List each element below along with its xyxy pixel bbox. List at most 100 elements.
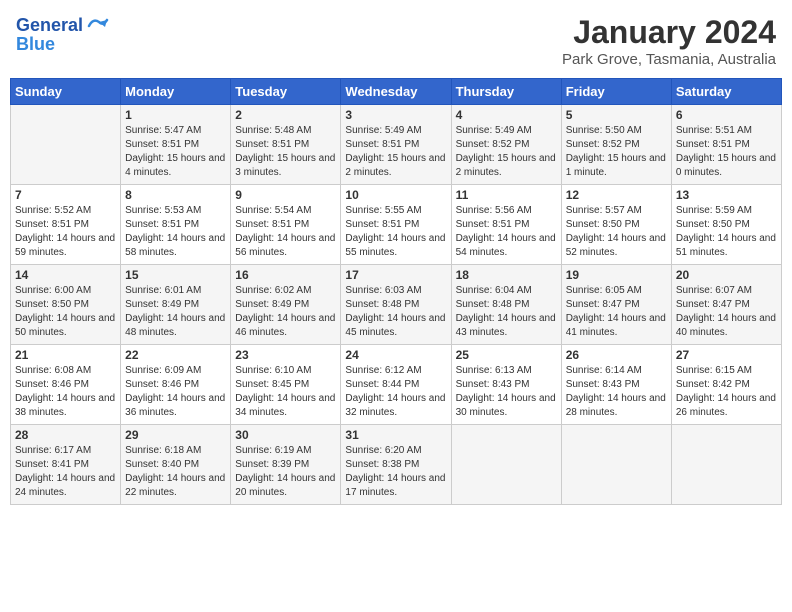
day-cell: 27 Sunrise: 6:15 AMSunset: 8:42 PMDayligh… <box>671 345 781 425</box>
day-cell: 20 Sunrise: 6:07 AMSunset: 8:47 PMDayligh… <box>671 265 781 345</box>
day-info: Sunrise: 6:08 AMSunset: 8:46 PMDaylight:… <box>15 364 116 420</box>
day-cell: 18 Sunrise: 6:04 AMSunset: 8:48 PMDayligh… <box>451 265 561 345</box>
day-info: Sunrise: 6:20 AMSunset: 8:38 PMDaylight:… <box>345 444 446 500</box>
day-number: 17 <box>345 268 446 282</box>
day-info: Sunrise: 6:09 AMSunset: 8:46 PMDaylight:… <box>125 364 226 420</box>
day-info: Sunrise: 6:04 AMSunset: 8:48 PMDaylight:… <box>456 284 557 340</box>
day-number: 26 <box>566 348 667 362</box>
day-info: Sunrise: 5:59 AMSunset: 8:50 PMDaylight:… <box>676 204 777 260</box>
day-info: Sunrise: 6:05 AMSunset: 8:47 PMDaylight:… <box>566 284 667 340</box>
title-block: January 2024 Park Grove, Tasmania, Austr… <box>562 14 776 68</box>
day-number: 15 <box>125 268 226 282</box>
day-number: 3 <box>345 108 446 122</box>
day-number: 18 <box>456 268 557 282</box>
day-number: 13 <box>676 188 777 202</box>
day-info: Sunrise: 6:07 AMSunset: 8:47 PMDaylight:… <box>676 284 777 340</box>
day-cell <box>561 425 671 505</box>
day-cell: 17Sunrise: 6:03 AMSunset: 8:48 PMDayligh… <box>341 265 451 345</box>
day-cell: 21 Sunrise: 6:08 AMSunset: 8:46 PMDayligh… <box>11 345 121 425</box>
location-title: Park Grove, Tasmania, Australia <box>562 51 776 68</box>
day-number: 4 <box>456 108 557 122</box>
day-info: Sunrise: 5:49 AMSunset: 8:51 PMDaylight:… <box>345 124 446 180</box>
day-cell: 9 Sunrise: 5:54 AMSunset: 8:51 PMDaylight… <box>231 185 341 265</box>
day-number: 31 <box>345 428 446 442</box>
weekday-header-friday: Friday <box>561 79 671 105</box>
day-info: Sunrise: 6:13 AMSunset: 8:43 PMDaylight:… <box>456 364 557 420</box>
week-row-2: 14 Sunrise: 6:00 AMSunset: 8:50 PMDayligh… <box>11 265 782 345</box>
day-info: Sunrise: 5:56 AMSunset: 8:51 PMDaylight:… <box>456 204 557 260</box>
day-info: Sunrise: 5:47 AMSunset: 8:51 PMDaylight:… <box>125 124 226 180</box>
day-number: 12 <box>566 188 667 202</box>
weekday-header-tuesday: Tuesday <box>231 79 341 105</box>
day-info: Sunrise: 5:55 AMSunset: 8:51 PMDaylight:… <box>345 204 446 260</box>
weekday-header-thursday: Thursday <box>451 79 561 105</box>
day-cell: 15Sunrise: 6:01 AMSunset: 8:49 PMDayligh… <box>121 265 231 345</box>
day-info: Sunrise: 6:10 AMSunset: 8:45 PMDaylight:… <box>235 364 336 420</box>
day-number: 24 <box>345 348 446 362</box>
day-info: Sunrise: 6:00 AMSunset: 8:50 PMDaylight:… <box>15 284 116 340</box>
day-number: 23 <box>235 348 336 362</box>
day-cell: 22Sunrise: 6:09 AMSunset: 8:46 PMDayligh… <box>121 345 231 425</box>
day-info: Sunrise: 5:49 AMSunset: 8:52 PMDaylight:… <box>456 124 557 180</box>
day-info: Sunrise: 5:50 AMSunset: 8:52 PMDaylight:… <box>566 124 667 180</box>
day-number: 16 <box>235 268 336 282</box>
month-title: January 2024 <box>562 14 776 51</box>
day-cell <box>451 425 561 505</box>
logo-icon <box>85 14 109 38</box>
week-row-4: 28 Sunrise: 6:17 AMSunset: 8:41 PMDayligh… <box>11 425 782 505</box>
day-number: 11 <box>456 188 557 202</box>
day-info: Sunrise: 5:48 AMSunset: 8:51 PMDaylight:… <box>235 124 336 180</box>
day-cell: 30Sunrise: 6:19 AMSunset: 8:39 PMDayligh… <box>231 425 341 505</box>
day-cell: 8Sunrise: 5:53 AMSunset: 8:51 PMDaylight… <box>121 185 231 265</box>
day-cell: 2 Sunrise: 5:48 AMSunset: 8:51 PMDaylight… <box>231 105 341 185</box>
day-number: 21 <box>15 348 116 362</box>
day-cell: 7 Sunrise: 5:52 AMSunset: 8:51 PMDaylight… <box>11 185 121 265</box>
weekday-header-sunday: Sunday <box>11 79 121 105</box>
day-number: 20 <box>676 268 777 282</box>
day-cell: 23 Sunrise: 6:10 AMSunset: 8:45 PMDayligh… <box>231 345 341 425</box>
day-cell: 11 Sunrise: 5:56 AMSunset: 8:51 PMDayligh… <box>451 185 561 265</box>
day-number: 29 <box>125 428 226 442</box>
weekday-header-wednesday: Wednesday <box>341 79 451 105</box>
day-info: Sunrise: 5:52 AMSunset: 8:51 PMDaylight:… <box>15 204 116 260</box>
day-number: 19 <box>566 268 667 282</box>
day-number: 14 <box>15 268 116 282</box>
day-info: Sunrise: 6:14 AMSunset: 8:43 PMDaylight:… <box>566 364 667 420</box>
week-row-0: 1 Sunrise: 5:47 AMSunset: 8:51 PMDaylight… <box>11 105 782 185</box>
day-cell: 25 Sunrise: 6:13 AMSunset: 8:43 PMDayligh… <box>451 345 561 425</box>
day-number: 30 <box>235 428 336 442</box>
logo-text: General <box>16 16 83 36</box>
day-cell: 10 Sunrise: 5:55 AMSunset: 8:51 PMDayligh… <box>341 185 451 265</box>
day-cell: 6Sunrise: 5:51 AMSunset: 8:51 PMDaylight… <box>671 105 781 185</box>
week-row-1: 7 Sunrise: 5:52 AMSunset: 8:51 PMDaylight… <box>11 185 782 265</box>
day-cell: 14 Sunrise: 6:00 AMSunset: 8:50 PMDayligh… <box>11 265 121 345</box>
day-number: 10 <box>345 188 446 202</box>
day-number: 1 <box>125 108 226 122</box>
day-number: 27 <box>676 348 777 362</box>
day-cell: 31 Sunrise: 6:20 AMSunset: 8:38 PMDayligh… <box>341 425 451 505</box>
day-number: 9 <box>235 188 336 202</box>
day-number: 2 <box>235 108 336 122</box>
day-number: 25 <box>456 348 557 362</box>
day-cell: 1 Sunrise: 5:47 AMSunset: 8:51 PMDaylight… <box>121 105 231 185</box>
day-cell: 26 Sunrise: 6:14 AMSunset: 8:43 PMDayligh… <box>561 345 671 425</box>
day-info: Sunrise: 6:18 AMSunset: 8:40 PMDaylight:… <box>125 444 226 500</box>
day-cell: 29 Sunrise: 6:18 AMSunset: 8:40 PMDayligh… <box>121 425 231 505</box>
day-cell <box>11 105 121 185</box>
day-info: Sunrise: 5:53 AMSunset: 8:51 PMDaylight:… <box>125 204 226 260</box>
day-info: Sunrise: 5:54 AMSunset: 8:51 PMDaylight:… <box>235 204 336 260</box>
weekday-header-monday: Monday <box>121 79 231 105</box>
day-number: 7 <box>15 188 116 202</box>
day-info: Sunrise: 6:17 AMSunset: 8:41 PMDaylight:… <box>15 444 116 500</box>
day-number: 28 <box>15 428 116 442</box>
weekday-header-saturday: Saturday <box>671 79 781 105</box>
day-number: 5 <box>566 108 667 122</box>
day-cell: 13 Sunrise: 5:59 AMSunset: 8:50 PMDayligh… <box>671 185 781 265</box>
day-info: Sunrise: 6:15 AMSunset: 8:42 PMDaylight:… <box>676 364 777 420</box>
day-info: Sunrise: 6:12 AMSunset: 8:44 PMDaylight:… <box>345 364 446 420</box>
calendar-table: SundayMondayTuesdayWednesdayThursdayFrid… <box>10 78 782 505</box>
day-info: Sunrise: 5:57 AMSunset: 8:50 PMDaylight:… <box>566 204 667 260</box>
day-cell: 28 Sunrise: 6:17 AMSunset: 8:41 PMDayligh… <box>11 425 121 505</box>
day-cell: 24 Sunrise: 6:12 AMSunset: 8:44 PMDayligh… <box>341 345 451 425</box>
day-cell: 5 Sunrise: 5:50 AMSunset: 8:52 PMDaylight… <box>561 105 671 185</box>
